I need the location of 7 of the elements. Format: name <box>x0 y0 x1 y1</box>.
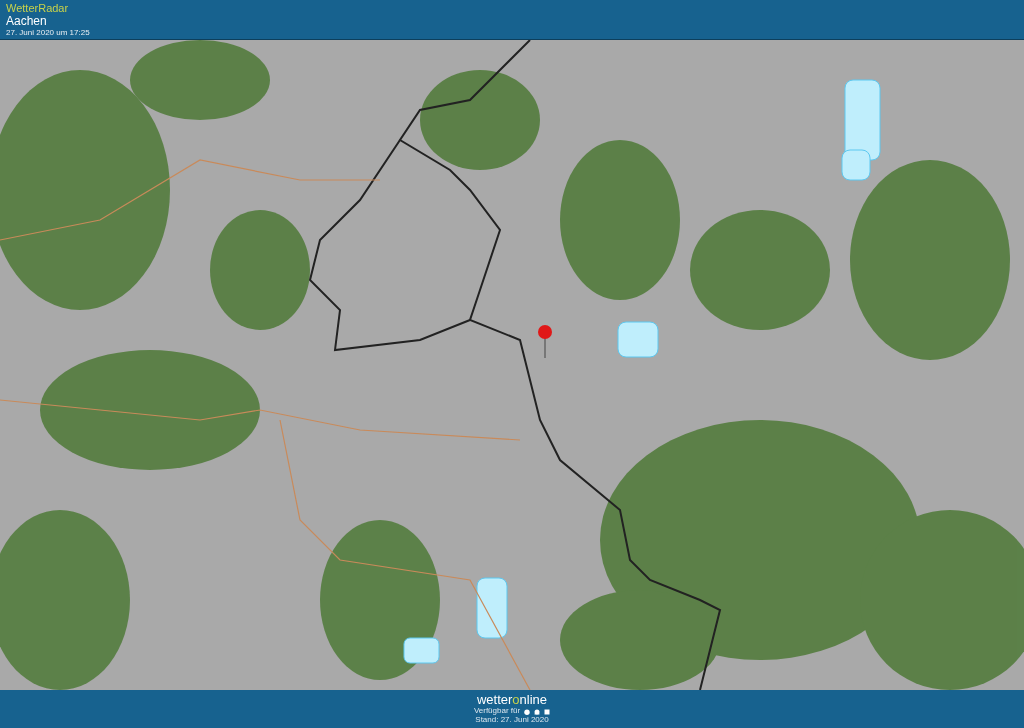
logo: wetteronline <box>476 693 548 708</box>
location-name: Aachen <box>6 14 47 29</box>
data-date: Stand: 27. Juni 2020 <box>475 716 549 725</box>
timestamp: 27. Juni 2020 um 17:25 <box>6 28 90 38</box>
availability-label: Verfügbar für <box>473 707 521 717</box>
app-title: WetterRadar <box>6 2 69 15</box>
radar-map-drawing[interactable] <box>0 40 1024 690</box>
